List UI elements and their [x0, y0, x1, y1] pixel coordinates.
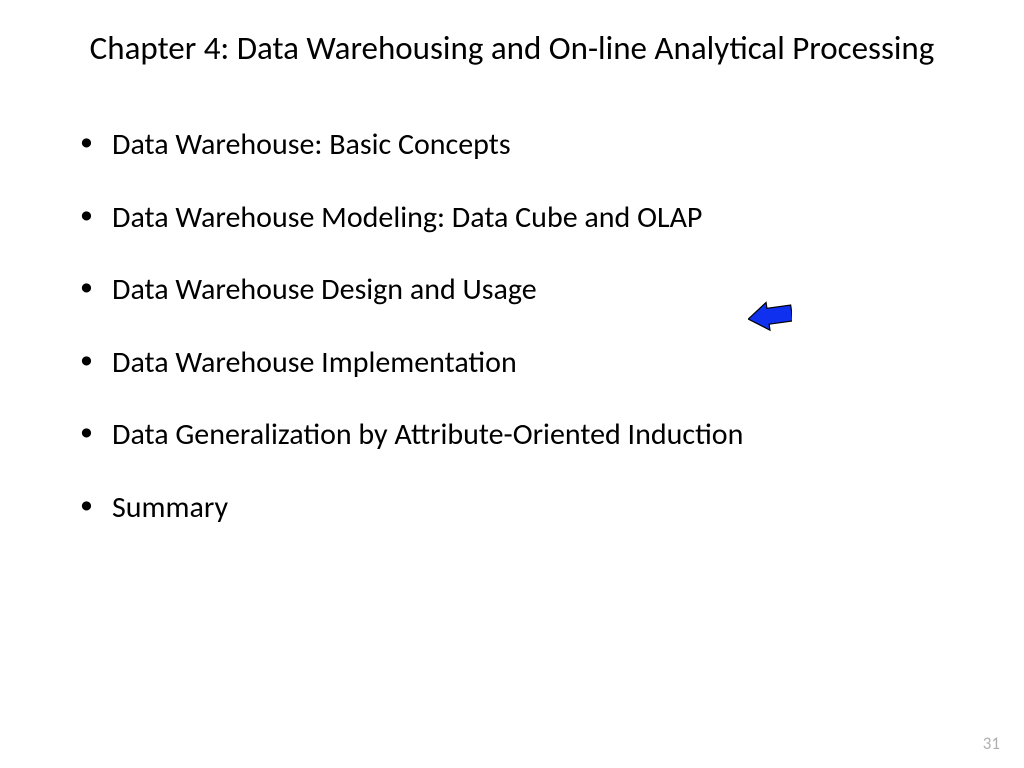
list-item: Data Warehouse Modeling: Data Cube and O… [80, 192, 964, 245]
list-item: Summary [80, 482, 964, 535]
list-item: Data Warehouse Design and Usage [80, 264, 964, 317]
slide-title: Chapter 4: Data Warehousing and On-line … [60, 28, 964, 69]
bullet-list: Data Warehouse: Basic Concepts Data Ware… [60, 119, 964, 534]
page-number: 31 [983, 733, 1000, 754]
arrow-left-icon [748, 300, 792, 332]
list-item: Data Warehouse Implementation [80, 337, 964, 390]
list-item: Data Warehouse: Basic Concepts [80, 119, 964, 172]
slide: Chapter 4: Data Warehousing and On-line … [0, 0, 1024, 768]
list-item: Data Generalization by Attribute-Oriente… [80, 409, 964, 462]
